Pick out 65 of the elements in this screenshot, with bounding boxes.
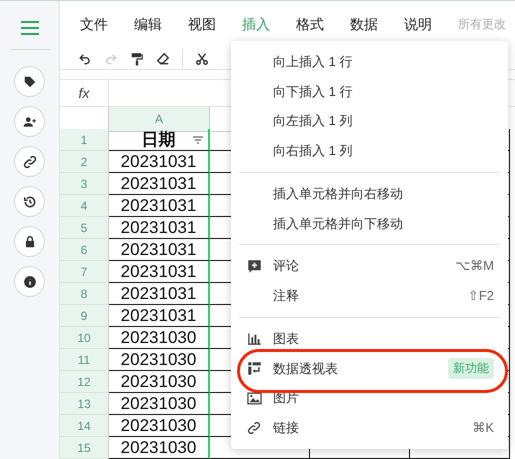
new-feature-tag: 新功能 bbox=[448, 358, 494, 380]
shortcut-text: ⌥⌘M bbox=[455, 258, 494, 274]
save-status: 所有更改 bbox=[458, 16, 506, 34]
sidebar-button[interactable] bbox=[14, 106, 45, 137]
scissors-icon bbox=[195, 52, 209, 66]
table-cell: 20231031 bbox=[109, 305, 210, 327]
header-cell: 日期 bbox=[109, 129, 210, 151]
menu-option[interactable]: 向左插入 1 列 bbox=[231, 106, 508, 136]
tag-icon bbox=[22, 74, 36, 88]
menu-icon[interactable] bbox=[20, 21, 38, 35]
history-icon bbox=[22, 194, 36, 208]
sidebar-button[interactable] bbox=[14, 266, 45, 297]
menu-item[interactable]: 格式 bbox=[296, 16, 350, 34]
menu-item[interactable]: 说明 bbox=[404, 16, 458, 34]
format-painter-button[interactable] bbox=[130, 52, 144, 66]
menu-option[interactable]: 向上插入 1 行 bbox=[231, 47, 508, 77]
link-icon bbox=[247, 421, 261, 436]
menu-option[interactable]: 向下插入 1 行 bbox=[231, 76, 508, 106]
table-cell: 20231030 bbox=[109, 327, 210, 349]
menu-option[interactable]: 数据透视表 新功能 bbox=[231, 354, 508, 384]
menu-item[interactable]: 编辑 bbox=[134, 16, 188, 34]
menu-option[interactable]: 链接 ⌘K bbox=[231, 413, 508, 443]
table-cell: 20231031 bbox=[109, 195, 210, 217]
sidebar-button[interactable] bbox=[14, 66, 45, 97]
eraser-icon bbox=[156, 52, 170, 66]
table-cell: 20231031 bbox=[109, 283, 210, 305]
paint-roller-icon bbox=[130, 52, 144, 66]
info-icon bbox=[22, 274, 36, 288]
bar-chart-icon bbox=[246, 331, 262, 346]
sidebar-button[interactable] bbox=[14, 186, 45, 217]
image-icon bbox=[246, 390, 262, 406]
fx-label: fx bbox=[60, 80, 109, 106]
add-person-icon bbox=[22, 114, 36, 128]
clear-format-button[interactable] bbox=[156, 52, 170, 66]
table-cell: 20231030 bbox=[109, 393, 210, 415]
table-cell: 20231031 bbox=[109, 151, 210, 173]
table-cell: 20231031 bbox=[109, 217, 210, 239]
undo-button[interactable] bbox=[78, 52, 92, 66]
table-cell: 20231030 bbox=[109, 371, 210, 393]
shortcut-text: ⌘K bbox=[472, 420, 494, 436]
menu-option[interactable]: 注释 ⇧F2 bbox=[231, 281, 508, 311]
menu-item[interactable]: 数据 bbox=[350, 16, 404, 34]
menu-option[interactable]: 图表 bbox=[231, 324, 508, 354]
table-cell: 20231031 bbox=[109, 239, 210, 261]
table-cell: 20231030 bbox=[109, 415, 210, 437]
sidebar-button[interactable] bbox=[14, 146, 45, 177]
undo-icon bbox=[78, 52, 92, 66]
redo-icon bbox=[104, 52, 118, 66]
menu-option[interactable]: 向右插入 1 列 bbox=[231, 136, 508, 166]
menu-option[interactable]: 插入单元格并向下移动 bbox=[231, 208, 508, 238]
table-cell: 20231030 bbox=[109, 437, 210, 459]
add-comment-icon bbox=[246, 258, 262, 274]
menu-item[interactable]: 视图 bbox=[188, 16, 242, 34]
menu-item[interactable]: 文件 bbox=[80, 16, 134, 34]
table-cell: 20231030 bbox=[109, 349, 210, 371]
table-cell: 20231031 bbox=[109, 173, 210, 195]
filter-icon[interactable] bbox=[193, 136, 203, 144]
pivot-table-icon bbox=[246, 361, 262, 376]
cut-button[interactable] bbox=[195, 52, 209, 66]
menu-option[interactable]: 评论 ⌥⌘M bbox=[231, 251, 508, 282]
menu-option[interactable]: 插入单元格并向右移动 bbox=[231, 178, 508, 209]
table-cell: 20231031 bbox=[109, 261, 210, 283]
sidebar-button[interactable] bbox=[14, 226, 45, 257]
shortcut-text: ⇧F2 bbox=[468, 288, 494, 304]
link-icon bbox=[22, 154, 36, 168]
